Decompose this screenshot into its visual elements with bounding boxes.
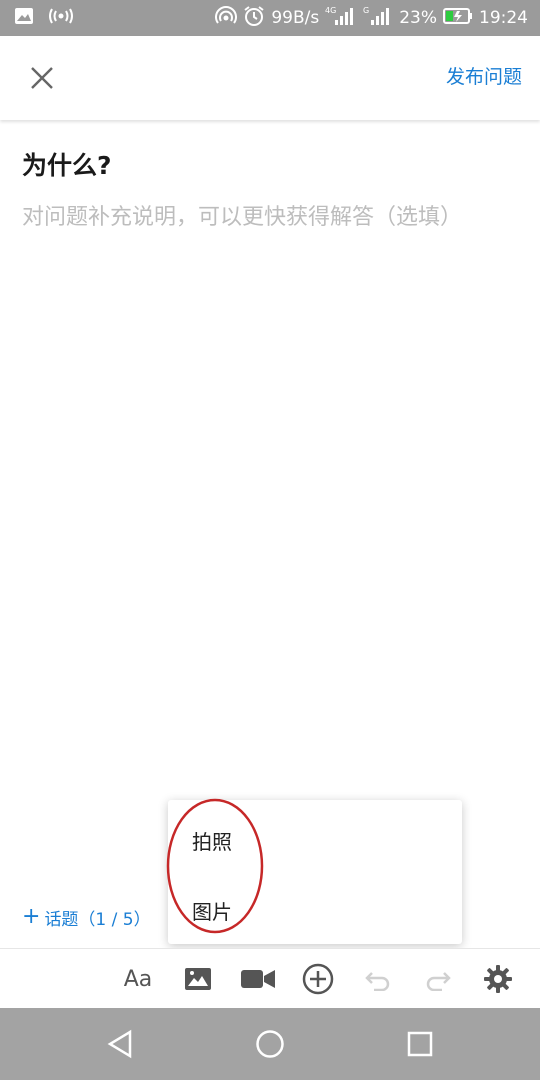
hotspot-broadcast-icon [48,7,74,30]
gallery-notification-icon [14,7,34,30]
menu-item-pick-image[interactable]: 图片 [192,896,232,925]
publish-question-button[interactable]: 发布问题 [446,62,522,92]
battery-charging-icon [443,7,473,29]
battery-percent: 23% [399,8,437,28]
question-title[interactable]: 为什么? [22,146,112,182]
redo-button[interactable] [420,961,456,997]
add-circle-icon [302,963,334,995]
text-format-icon: Aa [123,966,153,992]
menu-item-take-photo[interactable]: 拍照 [192,826,232,855]
alarm-clock-icon [243,5,265,32]
undo-button[interactable] [360,961,396,997]
video-icon [241,970,275,988]
image-button[interactable] [180,961,216,997]
home-circle-icon [256,1030,284,1058]
back-triangle-icon [107,1029,132,1059]
plus-icon: + [22,904,41,929]
status-bar: 99B/s 4G G 23% 19:24 [0,0,540,36]
svg-text:4G: 4G [325,6,336,15]
header-bar: 发布问题 [0,36,540,120]
add-more-button[interactable] [300,961,336,997]
topic-label: 话题（1 / 5） [44,909,151,930]
add-topic-button[interactable]: + 话题（1 / 5） [22,904,151,930]
close-icon [31,67,53,89]
description-input[interactable]: 对问题补充说明，可以更快获得解答（选填） [22,198,502,238]
signal-4g-icon: 4G [325,5,357,32]
clock-time: 19:24 [479,8,528,28]
close-button[interactable] [22,58,62,98]
system-navigation-bar [0,1008,540,1080]
back-button[interactable] [102,1026,138,1062]
video-button[interactable] [240,961,276,997]
svg-text:G: G [363,6,369,15]
signal-g-icon: G [363,5,393,32]
image-source-menu: 拍照 图片 [168,800,462,944]
undo-icon [365,972,390,991]
image-icon [185,968,211,990]
text-format-button[interactable]: Aa [120,961,156,997]
editor-toolbar: Aa [0,949,540,1008]
settings-button[interactable] [480,961,516,997]
nfc-signal-icon [215,5,238,31]
settings-icon [484,965,512,993]
app-screen: 99B/s 4G G 23% 19:24 发布问题 为什么? 对问题补充说明，可… [0,0,540,1080]
recents-button[interactable] [402,1026,438,1062]
home-button[interactable] [252,1026,288,1062]
network-speed: 99B/s [271,8,320,28]
recents-square-icon [407,1031,433,1057]
redo-icon [426,972,451,991]
